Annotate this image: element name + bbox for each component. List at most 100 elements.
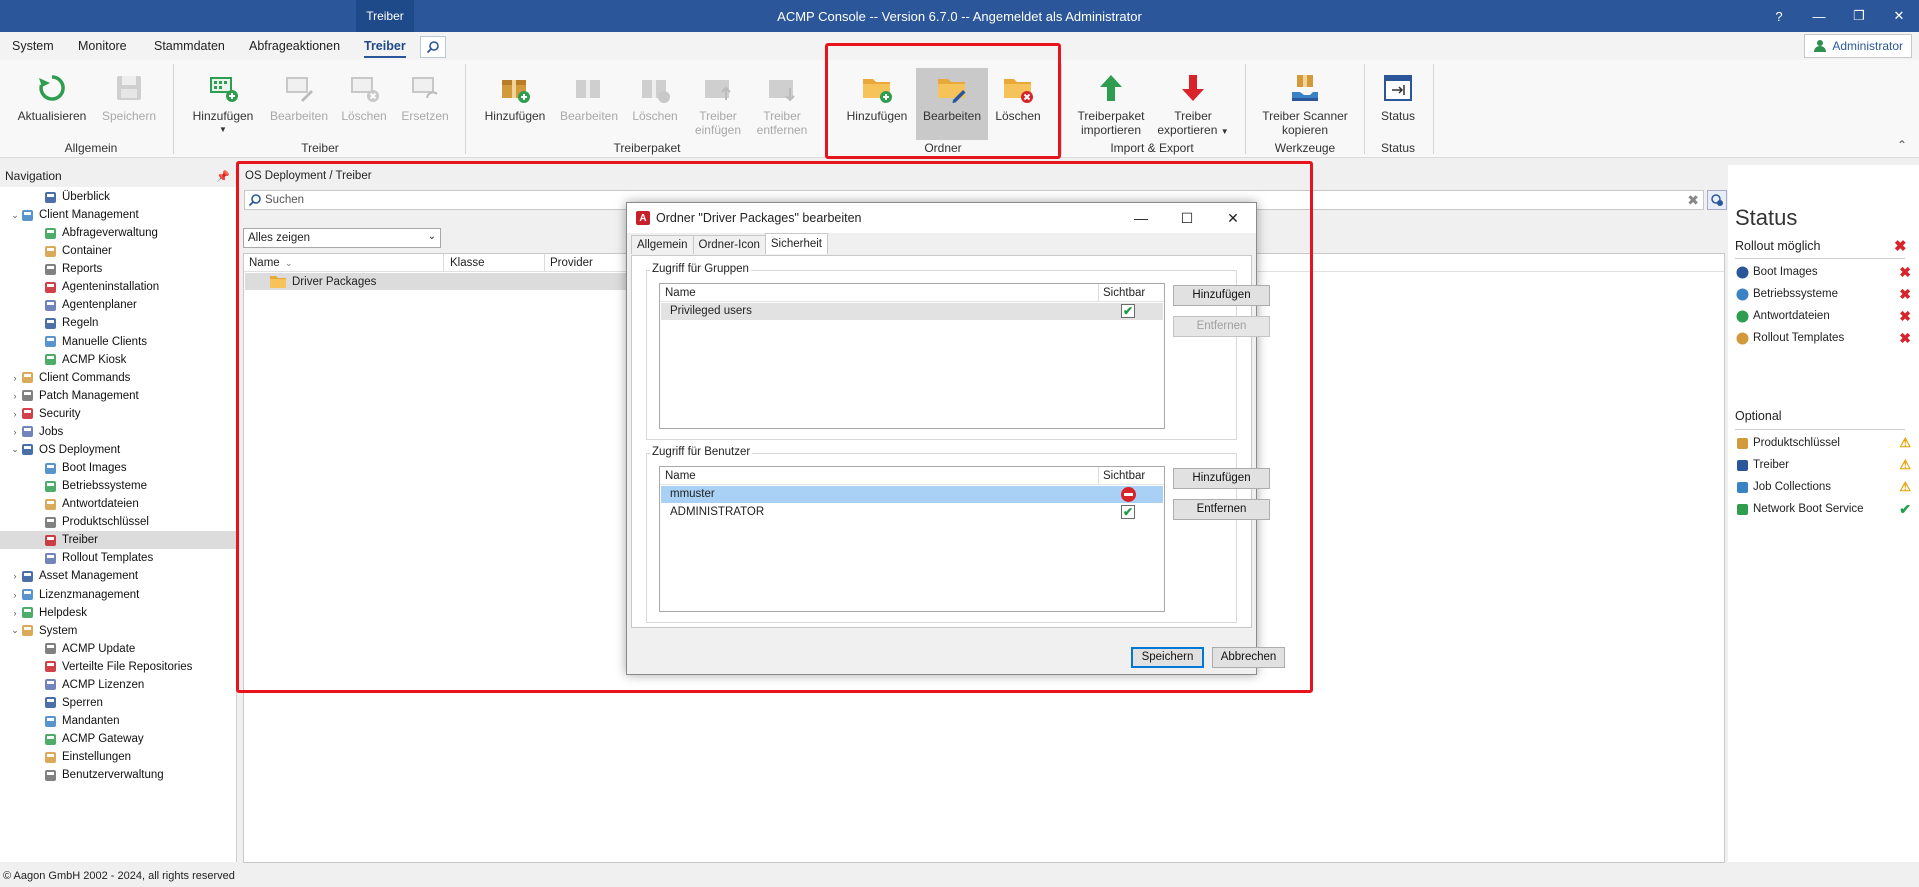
tab-allgemein[interactable]: Allgemein [631,235,694,254]
add-folder-button[interactable]: Hinzufügen [841,68,913,140]
copy-driver-scanner-button[interactable]: Treiber Scanner kopieren [1262,68,1348,140]
sidebar-item[interactable]: Einstellungen [0,748,236,766]
sidebar-item[interactable]: Überblick [0,188,236,206]
groups-add-button[interactable]: Hinzufügen [1173,285,1270,306]
dialog-close-button[interactable]: ✕ [1210,203,1256,233]
sidebar-item[interactable]: Benutzerverwaltung [0,766,236,784]
help-button[interactable]: ? [1759,0,1799,32]
add-package-button[interactable]: Hinzufügen [479,68,551,140]
sidebar-item[interactable]: Mandanten [0,712,236,730]
chevron-down-icon[interactable]: ⌄ [10,210,20,221]
sidebar-item[interactable]: Reports [0,260,236,278]
insert-driver-button[interactable]: Treiber einfügen [682,68,754,140]
sidebar-item[interactable]: Container [0,242,236,260]
sidebar-item[interactable]: Regeln [0,314,236,332]
users-remove-button[interactable]: Entfernen [1173,499,1270,520]
close-button[interactable]: ✕ [1879,0,1919,32]
sidebar-item[interactable]: › Patch Management [0,387,236,405]
clear-search-icon[interactable]: ✖ [1687,192,1699,209]
dialog-minimize-button[interactable]: — [1118,203,1164,233]
status-item[interactable]: Treiber ⚠ [1735,457,1911,473]
save-dialog-button[interactable]: Speichern [1131,647,1204,668]
groups-col-name[interactable]: Name [665,287,696,299]
sidebar-item[interactable]: Abfrageverwaltung [0,224,236,242]
tab-abfrageaktionen[interactable]: Abfrageaktionen [249,39,340,53]
sidebar-item[interactable]: Boot Images [0,459,236,477]
column-klasse[interactable]: Klasse [450,257,485,269]
import-package-button[interactable]: Treiberpaket importieren [1073,68,1149,140]
status-item[interactable]: Produktschlüssel ⚠ [1735,435,1911,451]
status-item[interactable]: Boot Images ✖ [1735,264,1911,280]
search-input[interactable]: Suchen [265,194,304,206]
table-row[interactable]: Driver Packages [245,273,632,290]
groups-remove-button[interactable]: Entfernen [1173,316,1270,337]
remove-driver-button[interactable]: Treiber entfernen [746,68,818,140]
status-item[interactable]: Rollout Templates ✖ [1735,330,1911,346]
sidebar-item[interactable]: › Security [0,405,236,423]
delete-folder-button[interactable]: Löschen [982,68,1054,140]
tab-system[interactable]: System [12,39,54,53]
sidebar-item[interactable]: ACMP Kiosk [0,351,236,369]
sidebar-item[interactable]: Agentenplaner [0,296,236,314]
chevron-right-icon[interactable]: › [10,409,20,419]
ribbon-collapse-icon[interactable]: ⌃ [1897,138,1907,152]
status-item[interactable]: Network Boot Service ✔ [1735,501,1911,517]
sidebar-item[interactable]: Produktschlüssel [0,513,236,531]
deny-icon[interactable] [1121,487,1136,502]
list-item[interactable]: Privileged users ✔ [661,303,1163,320]
edit-driver-button[interactable]: Bearbeiten [263,68,335,140]
sidebar-item[interactable]: Sperren [0,694,236,712]
sidebar-item[interactable]: Betriebssysteme [0,477,236,495]
sidebar-item[interactable]: Treiber [0,531,236,550]
tab-ordner-icon[interactable]: Ordner-Icon [692,235,766,254]
tab-sicherheit[interactable]: Sicherheit [764,233,828,254]
sidebar-item[interactable]: ⌄ OS Deployment [0,441,236,459]
dialog-maximize-button[interactable]: ☐ [1164,203,1210,233]
status-item[interactable]: Betriebssysteme ✖ [1735,286,1911,302]
sidebar-item[interactable]: Antwortdateien [0,495,236,513]
column-name[interactable]: Name [249,257,280,269]
sidebar-item[interactable]: ACMP Gateway [0,730,236,748]
chevron-right-icon[interactable]: › [10,391,20,401]
edit-folder-button[interactable]: Bearbeiten [916,68,988,140]
add-driver-button[interactable]: Hinzufügen ▼ [187,68,259,140]
sidebar-item[interactable]: Manuelle Clients [0,333,236,351]
search-icon[interactable] [420,36,446,58]
sidebar-item[interactable]: › Helpdesk [0,604,236,622]
users-add-button[interactable]: Hinzufügen [1173,468,1270,489]
sidebar-item[interactable]: ⌄ Client Management [0,206,236,224]
visible-checkbox[interactable]: ✔ [1121,304,1135,318]
sidebar-item[interactable]: ⌄ System [0,622,236,640]
sidebar-item[interactable]: Rollout Templates [0,549,236,567]
visible-checkbox[interactable]: ✔ [1121,505,1135,519]
users-col-name[interactable]: Name [665,470,696,482]
sidebar-item[interactable]: Agenteninstallation [0,278,236,296]
sidebar-item[interactable]: ACMP Lizenzen [0,676,236,694]
edit-package-button[interactable]: Bearbeiten [553,68,625,140]
status-item[interactable]: Antwortdateien ✖ [1735,308,1911,324]
chevron-down-icon[interactable]: ⌄ [10,625,20,636]
filter-dropdown[interactable]: Alles zeigen ⌄ [243,228,441,248]
sidebar-item[interactable]: › Jobs [0,423,236,441]
chevron-right-icon[interactable]: › [10,571,20,581]
tab-stammdaten[interactable]: Stammdaten [154,39,225,53]
save-button[interactable]: Speichern [93,68,165,140]
list-item[interactable]: ADMINISTRATOR ✔ [661,504,1163,521]
chevron-right-icon[interactable]: › [10,373,20,383]
cancel-dialog-button[interactable]: Abbrechen [1212,647,1285,668]
chevron-down-icon[interactable]: ⌄ [10,444,20,455]
pin-icon[interactable]: 📌 [216,170,230,183]
refresh-button[interactable]: Aktualisieren [16,68,88,140]
sidebar-item[interactable]: Verteilte File Repositories [0,658,236,676]
sidebar-item[interactable]: › Asset Management [0,567,236,585]
replace-driver-button[interactable]: Ersetzen [389,68,461,140]
status-item[interactable]: Job Collections ⚠ [1735,479,1911,495]
status-button[interactable]: Status [1362,68,1434,140]
delete-package-button[interactable]: Löschen [619,68,691,140]
chevron-right-icon[interactable]: › [10,427,20,437]
groups-col-visible[interactable]: Sichtbar [1103,287,1145,299]
sidebar-item[interactable]: ACMP Update [0,640,236,658]
tab-treiber[interactable]: Treiber [364,39,406,58]
chevron-right-icon[interactable]: › [10,608,20,618]
chevron-right-icon[interactable]: › [10,590,20,600]
